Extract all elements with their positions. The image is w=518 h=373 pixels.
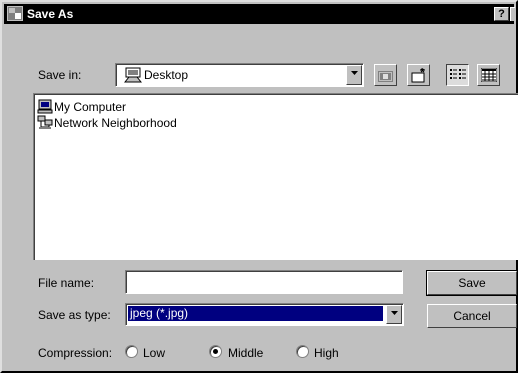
chevron-down-icon [391, 311, 398, 315]
file-list[interactable]: My Computer Network Neighborhood [33, 93, 518, 260]
list-item-label: My Computer [54, 100, 127, 114]
close-button[interactable] [510, 7, 515, 21]
computer-icon [37, 99, 53, 114]
save-as-type-dropdown[interactable]: jpeg (*.jpg) [125, 303, 404, 326]
compression-middle-radio[interactable] [209, 345, 222, 358]
file-name-label: File name: [38, 276, 95, 290]
file-name-input[interactable] [125, 270, 403, 294]
details-view-button[interactable] [477, 64, 500, 86]
list-view-button[interactable] [446, 64, 469, 86]
app-icon [7, 6, 23, 21]
dialog-title: Save As [27, 7, 74, 21]
desktop-icon [124, 67, 142, 83]
save-in-value: Desktop [144, 68, 189, 82]
compression-high-label[interactable]: High [314, 346, 339, 360]
save-as-type-dropdown-button[interactable] [386, 305, 402, 324]
help-button[interactable]: ? [494, 7, 509, 21]
up-folder-icon [378, 71, 393, 82]
cancel-button[interactable]: Cancel [427, 304, 517, 328]
title-bar[interactable]: Save As ? [4, 4, 515, 24]
list-view-icon [450, 69, 466, 79]
save-as-type-label: Save as type: [38, 308, 111, 322]
save-button[interactable]: Save [426, 270, 518, 296]
save-as-type-value: jpeg (*.jpg) [128, 306, 383, 321]
details-view-icon [481, 68, 497, 82]
save-as-dialog: Save As ? Save in: Desktop My Computer N… [0, 0, 518, 373]
compression-low-radio[interactable] [125, 345, 138, 358]
list-item-label: Network Neighborhood [54, 116, 177, 130]
save-in-label: Save in: [38, 68, 82, 82]
compression-high-radio[interactable] [296, 345, 309, 358]
save-in-dropdown[interactable]: Desktop [115, 63, 364, 87]
new-folder-icon [411, 68, 425, 83]
new-folder-button[interactable] [407, 64, 430, 86]
compression-label: Compression: [38, 346, 113, 360]
up-one-level-button[interactable] [374, 64, 397, 86]
save-in-dropdown-button[interactable] [346, 65, 362, 85]
compression-middle-label[interactable]: Middle [228, 346, 263, 360]
network-icon [37, 115, 53, 129]
chevron-down-icon [351, 71, 358, 75]
compression-low-label[interactable]: Low [143, 346, 165, 360]
